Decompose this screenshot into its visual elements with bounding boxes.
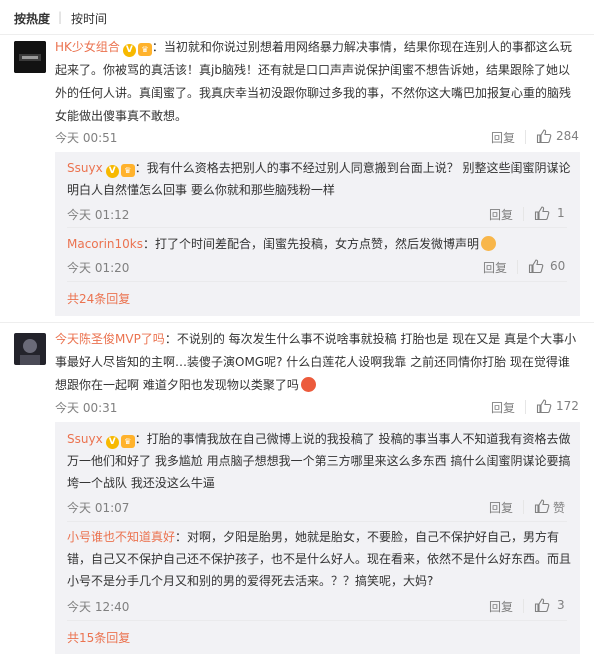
thumbs-up-icon[interactable] [534, 205, 550, 221]
thumbs-up-icon[interactable] [536, 128, 552, 144]
reply-text: ：打了个时间差配合，闺蜜先投稿，女方点赞，然后发微博声明 [143, 237, 480, 251]
thumbs-up-icon[interactable] [534, 597, 550, 613]
avatar-image [14, 333, 46, 365]
action-divider [523, 599, 524, 613]
reply-divider [67, 521, 567, 522]
level-badge-icon: ♛ [120, 435, 135, 448]
level-badge-icon: ♛ [120, 164, 135, 177]
reply-time: 今天 12:40 [67, 600, 130, 614]
vip-badge-icon: V [122, 44, 136, 57]
like-count: 172 [556, 399, 579, 413]
avatar-image [14, 41, 46, 73]
action-divider [517, 260, 518, 274]
avatar[interactable] [14, 41, 46, 73]
like-count: 60 [550, 259, 566, 273]
like-count: 1 [557, 206, 565, 220]
thumbs-up-icon[interactable] [534, 498, 550, 514]
reply-username[interactable]: Macorin10ks [67, 237, 143, 251]
reply-button[interactable]: 回复 [483, 259, 507, 276]
action-divider [523, 500, 524, 514]
reply-button[interactable]: 回复 [491, 399, 515, 416]
action-divider [523, 207, 524, 221]
comment-username[interactable]: HK少女组合 [55, 40, 120, 54]
reply-divider [67, 227, 567, 228]
comment-time: 今天 00:51 [55, 131, 118, 145]
vip-badge-icon: V [105, 165, 119, 178]
sort-separator: | [58, 10, 63, 24]
reply-body: Ssuyx V ♛ ：我有什么资格去把别人的事不经过别人同意搬到台面上说？ 别整这些闺… [67, 157, 579, 201]
comment-time: 今天 00:31 [55, 401, 118, 415]
reply-button[interactable]: 回复 [489, 206, 513, 223]
sort-by-time-tab[interactable]: 按时间 [71, 10, 107, 27]
reply-divider [67, 620, 567, 621]
reply-body: Ssuyx V ♛ ：打胎的事情我放在自己微博上说的我投稿了 投稿的事当事人不知道我有… [67, 428, 579, 494]
emoji-icon [481, 236, 497, 251]
sort-bar: 按热度 | 按时间 [0, 0, 594, 35]
reply-time: 今天 01:20 [67, 261, 130, 275]
comment-username[interactable]: 今天陈圣俊MVP了吗 [55, 332, 165, 346]
reply-text: ：我有什么资格去把别人的事不经过别人同意搬到台面上说？ 别整这些闺蜜阴谋论 明白… [67, 161, 571, 197]
reply-username[interactable]: Ssuyx [67, 432, 103, 446]
like-label: 赞 [553, 501, 566, 515]
like-count: 3 [557, 598, 565, 612]
like-count: 284 [556, 129, 579, 143]
emoji-icon [300, 377, 316, 392]
reply-username[interactable]: 小号谁也不知道真好 [67, 530, 175, 544]
reply-text: ：打胎的事情我放在自己微博上说的我投稿了 投稿的事当事人不知道我有资格去做 万一… [67, 432, 571, 490]
reply-divider [67, 281, 567, 282]
comment-body: HK少女组合 V ♛ ：当初就和你说过别想着用网络暴力解决事情，结果你现在连别人的事都… [55, 36, 579, 128]
reply-time: 今天 01:12 [67, 208, 130, 222]
thumbs-up-icon[interactable] [536, 398, 552, 414]
level-badge-icon: ♛ [137, 43, 152, 56]
comment-body: 今天陈圣俊MVP了吗：不说别的 每次发生什么事不说啥事就投稿 打胎也是 现在又是… [55, 328, 579, 397]
reply-time: 今天 01:07 [67, 501, 130, 515]
reply-body: Macorin10ks：打了个时间差配合，闺蜜先投稿，女方点赞，然后发微博声明 [67, 233, 579, 255]
avatar[interactable] [14, 333, 46, 365]
sort-by-hot-tab[interactable]: 按热度 [14, 10, 50, 27]
action-divider [525, 400, 526, 414]
more-replies-link[interactable]: 共15条回复 [67, 629, 130, 646]
action-divider [525, 130, 526, 144]
more-replies-link[interactable]: 共24条回复 [67, 290, 130, 307]
reply-username[interactable]: Ssuyx [67, 161, 103, 175]
reply-button[interactable]: 回复 [489, 499, 513, 516]
reply-button[interactable]: 回复 [491, 129, 515, 146]
reply-button[interactable]: 回复 [489, 598, 513, 615]
vip-badge-icon: V [105, 436, 119, 449]
reply-body: 小号谁也不知道真好：对啊，夕阳是胎男，她就是胎女，不要脸，自己不保护好自己，男方… [67, 526, 579, 592]
comment-divider [0, 322, 594, 323]
thumbs-up-icon[interactable] [528, 258, 544, 274]
